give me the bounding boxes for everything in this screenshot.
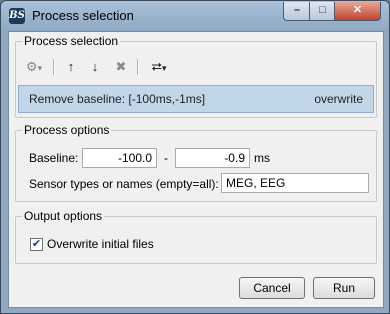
process-options-group: Process options Baseline: -100.0 - -0.9 … xyxy=(15,123,377,202)
run-button[interactable]: Run xyxy=(313,277,375,299)
move-up-button[interactable]: ↑ xyxy=(61,56,81,78)
chevron-down-icon: ▾ xyxy=(37,63,43,73)
checkmark-icon: ✔ xyxy=(31,238,42,250)
chevron-down-icon: ▾ xyxy=(161,63,167,73)
arrow-down-icon: ↓ xyxy=(91,59,99,74)
gear-menu-button[interactable]: ⚙▾ xyxy=(21,56,47,78)
toolbar-separator xyxy=(53,59,55,75)
process-selection-title: Process selection xyxy=(22,34,121,48)
cancel-button[interactable]: Cancel xyxy=(239,277,305,299)
process-name: Remove baseline: [-100ms,-1ms] xyxy=(29,92,206,106)
process-mode: overwrite xyxy=(314,92,363,106)
dialog-window: BS Process selection – □ ✕ Process selec… xyxy=(0,0,390,314)
range-separator: - xyxy=(164,151,168,165)
overwrite-checkbox[interactable]: ✔ xyxy=(30,238,43,251)
process-options-title: Process options xyxy=(22,123,112,137)
delete-icon: ✖ xyxy=(115,59,127,74)
move-down-button[interactable]: ↓ xyxy=(85,56,105,78)
minimize-button[interactable]: – xyxy=(283,2,311,21)
baseline-unit: ms xyxy=(254,151,270,165)
baseline-label: Baseline: xyxy=(29,151,79,165)
baseline-end-field[interactable]: -0.9 xyxy=(175,148,250,168)
delete-button[interactable]: ✖ xyxy=(111,56,131,78)
baseline-start-field[interactable]: -100.0 xyxy=(82,148,157,168)
gear-icon: ⚙ xyxy=(25,59,38,74)
sensor-types-field[interactable]: MEG, EEG xyxy=(221,173,369,193)
close-button[interactable]: ✕ xyxy=(334,2,381,21)
arrow-up-icon: ↑ xyxy=(67,59,75,74)
process-selection-group: Process selection ⚙▾ ↑ ↓ ✖ ⮂▾ Remove bas… xyxy=(15,34,377,118)
sensor-types-label: Sensor types or names (empty=all): xyxy=(29,177,219,191)
title-bar[interactable]: BS Process selection – □ ✕ xyxy=(1,1,389,31)
window-title: Process selection xyxy=(32,8,134,23)
output-options-title: Output options xyxy=(22,209,105,223)
maximize-button[interactable]: □ xyxy=(309,2,336,21)
process-list-item[interactable]: Remove baseline: [-100ms,-1ms] overwrite xyxy=(18,85,374,113)
overwrite-label[interactable]: Overwrite initial files xyxy=(47,237,154,251)
dialog-content: Process selection ⚙▾ ↑ ↓ ✖ ⮂▾ Remove bas… xyxy=(8,31,384,308)
pipeline-menu-button[interactable]: ⮂▾ xyxy=(145,56,173,78)
output-options-group: Output options ✔ Overwrite initial files xyxy=(15,209,377,264)
toolbar-separator xyxy=(137,59,139,75)
app-icon: BS xyxy=(9,8,25,24)
pipeline-icon: ⮂ xyxy=(151,59,162,74)
